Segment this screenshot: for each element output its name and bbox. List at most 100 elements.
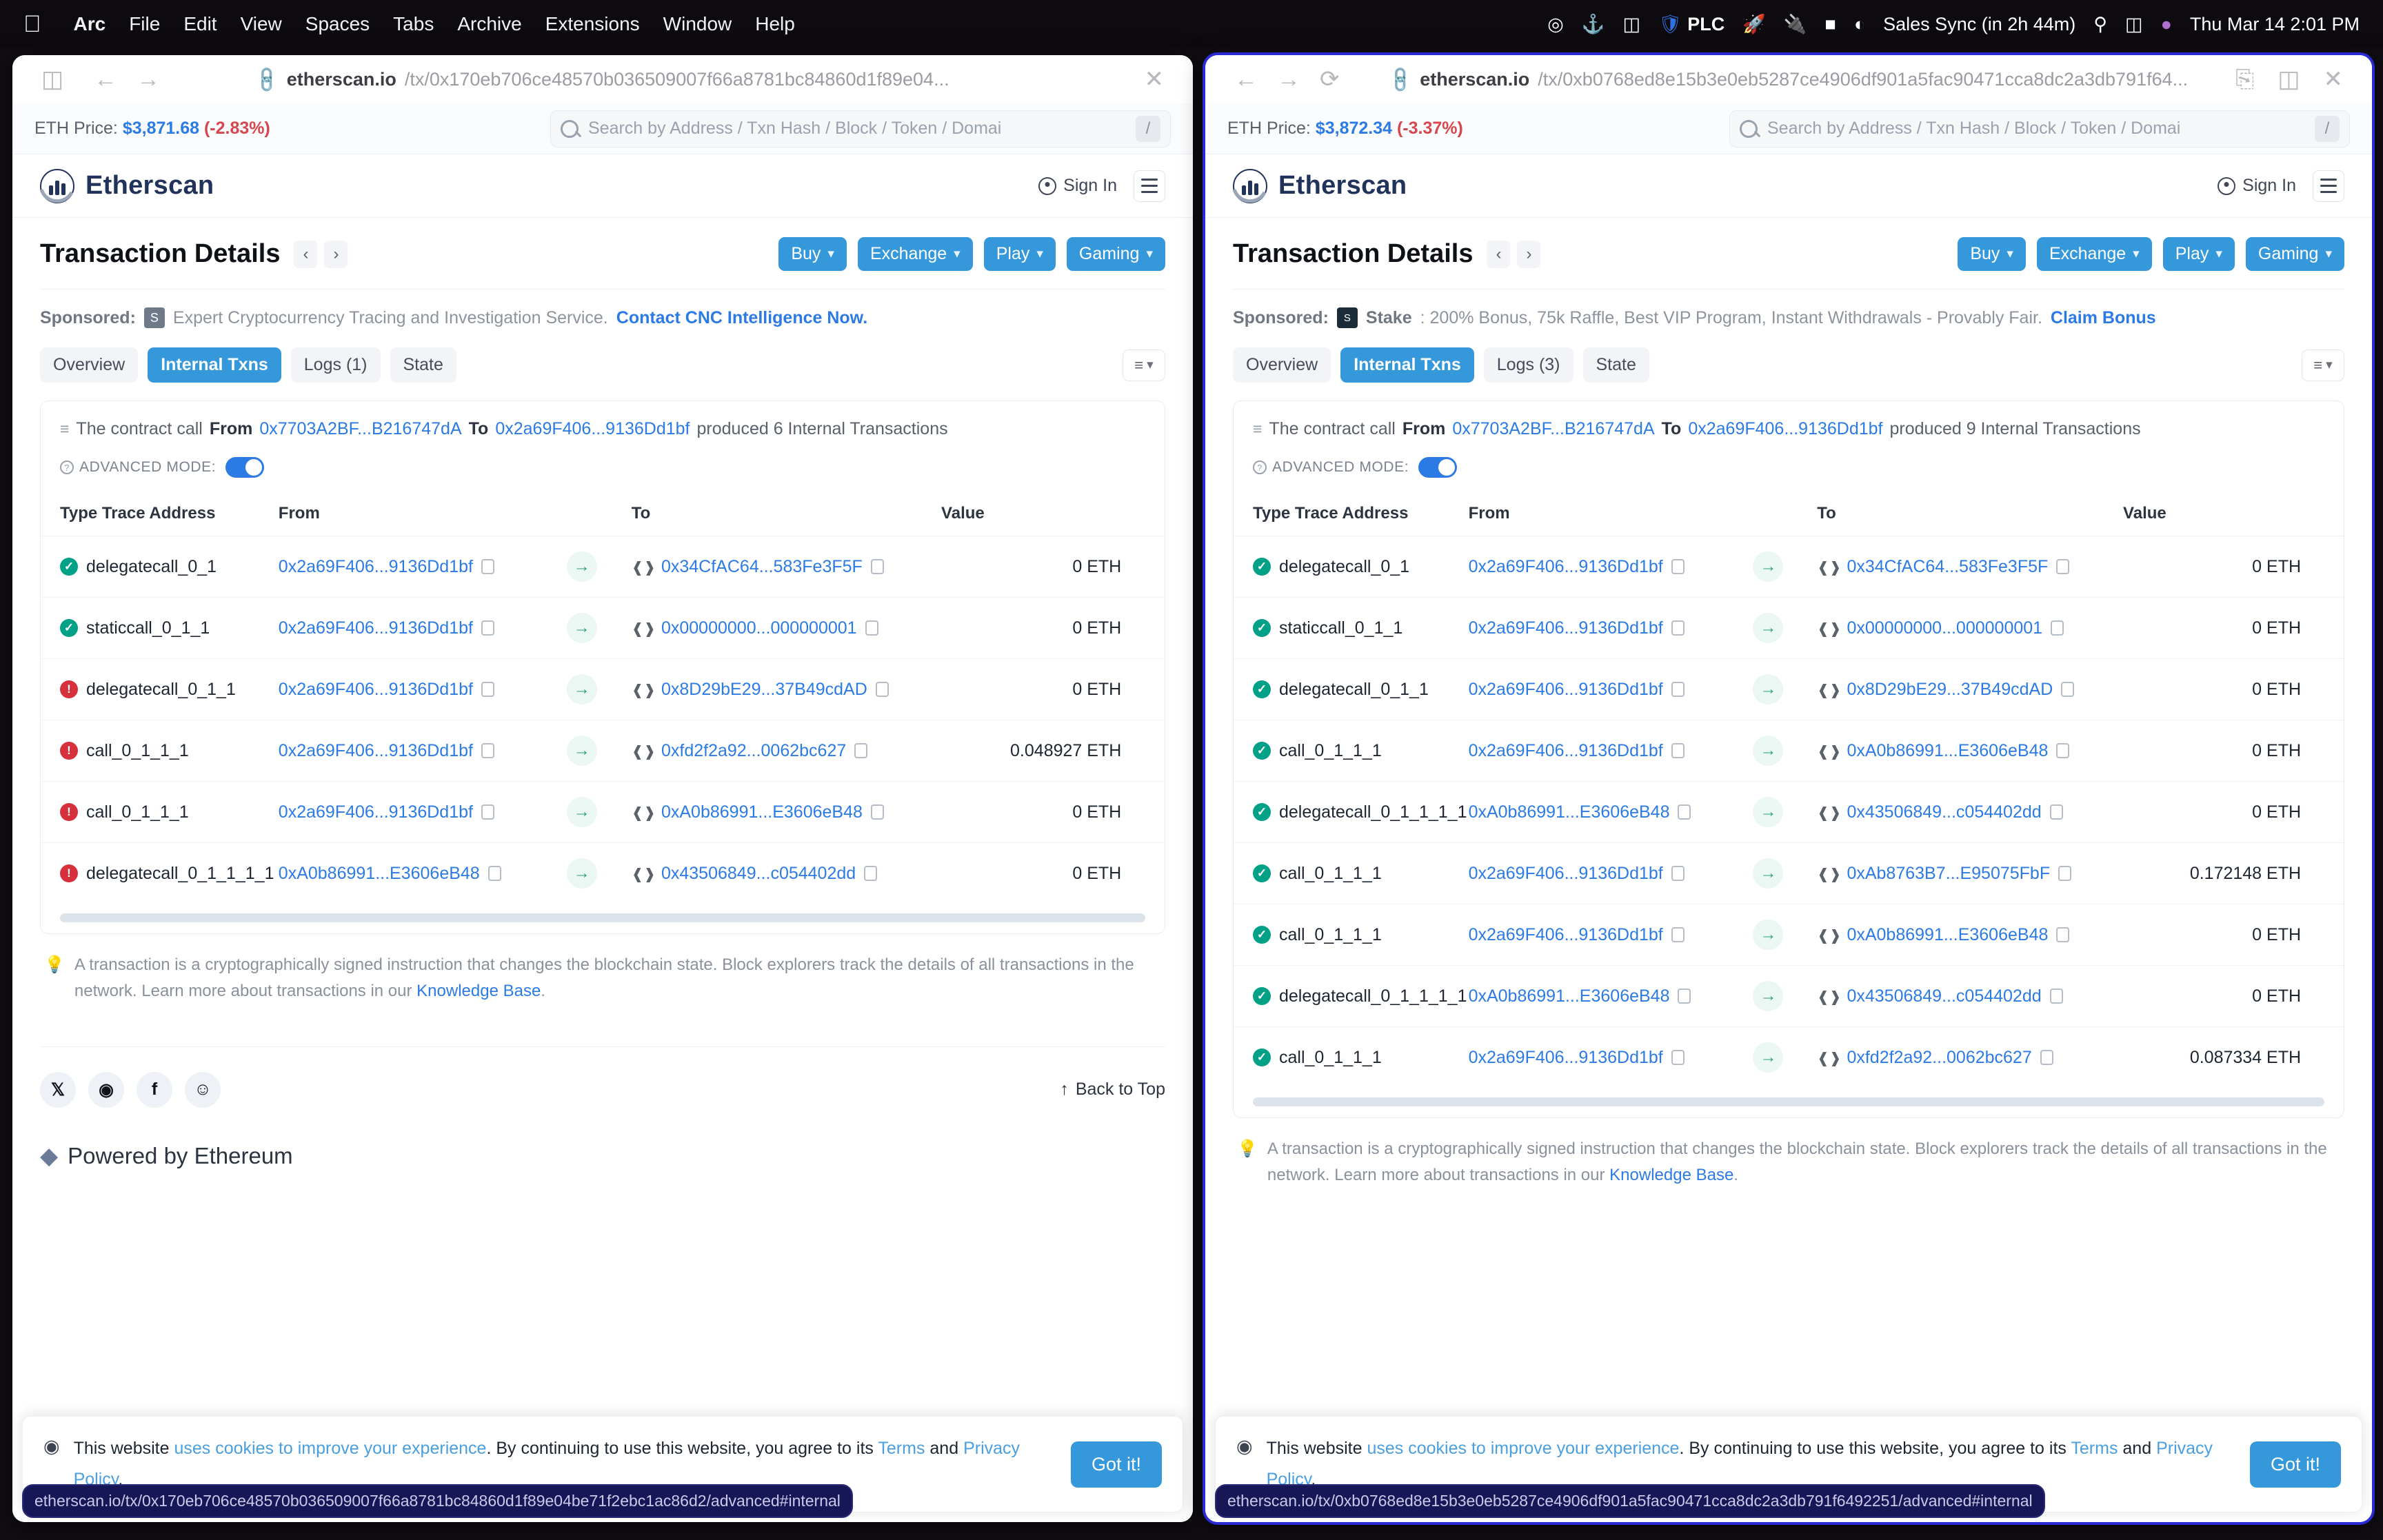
- menu-item-tabs[interactable]: Tabs: [381, 13, 445, 35]
- close-button-right[interactable]: ✕: [2314, 63, 2353, 95]
- hamburger-menu-right[interactable]: [2313, 170, 2344, 202]
- call-from-address-right[interactable]: 0x7703A2BF...B216747dA: [1452, 419, 1654, 439]
- to-address-link[interactable]: 0x00000000...000000001: [661, 618, 857, 638]
- address-bar-right[interactable]: 🔗 etherscan.io/tx/0xb0768ed8e15b3e0eb528…: [1205, 55, 2372, 103]
- to-address-link[interactable]: 0x43506849...c054402dd: [1847, 986, 2041, 1006]
- menu-item-view[interactable]: View: [229, 13, 294, 35]
- to-address-link[interactable]: 0xA0b86991...E3606eB48: [1847, 741, 2048, 760]
- guardian-shield-icon[interactable]: 🛡: [1658, 13, 1682, 35]
- gaming-button-left[interactable]: Gaming ▾: [1066, 237, 1165, 271]
- reddit-icon[interactable]: ☺: [185, 1071, 221, 1108]
- control-center-icon[interactable]: ◫: [2125, 14, 2143, 35]
- copy-icon[interactable]: [1668, 863, 1685, 882]
- tab-internal-txns-right[interactable]: Internal Txns: [1340, 347, 1474, 383]
- copy-icon[interactable]: [1668, 740, 1685, 759]
- from-address-link[interactable]: 0x2a69F406...9136Dd1bf: [279, 802, 473, 822]
- from-address-link[interactable]: 0x2a69F406...9136Dd1bf: [1469, 925, 1663, 944]
- forward-button-right[interactable]: →: [1267, 63, 1310, 95]
- from-address-link[interactable]: 0x2a69F406...9136Dd1bf: [1469, 557, 1663, 576]
- call-to-address-left[interactable]: 0x2a69F406...9136Dd1bf: [495, 419, 690, 439]
- cookie-policy-link-right[interactable]: uses cookies to improve your experience: [1367, 1439, 1679, 1458]
- bluetooth-icon[interactable]: 🔌: [1784, 13, 1807, 35]
- docker-icon[interactable]: ⚓: [1582, 13, 1605, 35]
- to-address-link[interactable]: 0x00000000...000000001: [1847, 618, 2042, 638]
- search-input-left[interactable]: Search by Address / Txn Hash / Block / T…: [550, 110, 1171, 148]
- menu-item-window[interactable]: Window: [652, 13, 744, 35]
- menu-item-arc[interactable]: Arc: [62, 13, 118, 35]
- list-view-toggle-right[interactable]: ≡ ▾: [2302, 349, 2344, 381]
- table-horizontal-scrollbar-left[interactable]: [60, 913, 1145, 922]
- next-tx-button-right[interactable]: ›: [1517, 240, 1541, 268]
- copy-icon[interactable]: [1668, 924, 1685, 943]
- copy-icon[interactable]: [478, 802, 494, 820]
- to-address-link[interactable]: 0x43506849...c054402dd: [1847, 802, 2041, 822]
- copy-icon[interactable]: [478, 740, 494, 759]
- copy-icon[interactable]: [478, 679, 494, 698]
- sign-in-button-left[interactable]: Sign In: [1038, 176, 1117, 196]
- knowledge-base-link-right[interactable]: Knowledge Base: [1609, 1166, 1733, 1184]
- copy-icon[interactable]: [2047, 986, 2063, 1004]
- to-address-link[interactable]: 0x8D29bE29...37B49cdAD: [1847, 680, 2053, 699]
- from-address-link[interactable]: 0x2a69F406...9136Dd1bf: [1469, 680, 1663, 699]
- duplicate-tab-icon[interactable]: ⎘: [2226, 63, 2264, 95]
- menu-item-extensions[interactable]: Extensions: [534, 13, 652, 35]
- copy-icon[interactable]: [2055, 863, 2072, 882]
- advanced-mode-toggle-left[interactable]: [225, 457, 265, 478]
- sidebar-toggle-icon[interactable]: ◫: [32, 63, 73, 95]
- terms-link-right[interactable]: Terms: [2071, 1439, 2118, 1458]
- buy-button-right[interactable]: Buy ▾: [1958, 237, 2026, 271]
- sign-in-button-right[interactable]: Sign In: [2218, 176, 2296, 196]
- apple-logo-icon[interactable]: : [23, 12, 41, 36]
- battery-icon[interactable]: ■: [1825, 14, 1836, 35]
- from-address-link[interactable]: 0x2a69F406...9136Dd1bf: [279, 618, 473, 638]
- tab-overview-right[interactable]: Overview: [1233, 347, 1331, 383]
- keyboard-icon[interactable]: ◫: [1622, 14, 1640, 35]
- menu-item-archive[interactable]: Archive: [445, 13, 533, 35]
- play-button-right[interactable]: Play ▾: [2162, 237, 2235, 271]
- to-address-link[interactable]: 0xfd2f2a92...0062bc627: [1847, 1048, 2031, 1067]
- tab-state-left[interactable]: State: [390, 347, 456, 383]
- to-address-link[interactable]: 0xfd2f2a92...0062bc627: [661, 741, 846, 760]
- menu-item-spaces[interactable]: Spaces: [294, 13, 381, 35]
- copy-icon[interactable]: [861, 863, 878, 882]
- etherscan-logo-left[interactable]: Etherscan: [39, 168, 214, 203]
- list-view-toggle-left[interactable]: ≡ ▾: [1123, 349, 1165, 381]
- copy-icon[interactable]: [2048, 618, 2064, 636]
- calendar-event-status[interactable]: Sales Sync (in 2h 44m): [1883, 14, 2075, 35]
- play-button-left[interactable]: Play ▾: [983, 237, 1056, 271]
- advanced-mode-toggle-right[interactable]: [1418, 457, 1458, 478]
- copy-icon[interactable]: [872, 679, 889, 698]
- close-button-left[interactable]: ✕: [1135, 63, 1174, 95]
- copy-icon[interactable]: [1668, 618, 1685, 636]
- copy-icon[interactable]: [2058, 679, 2075, 698]
- cookie-policy-link-left[interactable]: uses cookies to improve your experience: [174, 1439, 486, 1458]
- from-address-link[interactable]: 0xA0b86991...E3606eB48: [1469, 802, 1670, 822]
- to-address-link[interactable]: 0xAb8763B7...E95075FbF: [1847, 864, 2050, 883]
- medium-icon[interactable]: ◉: [88, 1071, 124, 1108]
- copy-icon[interactable]: [1675, 986, 1691, 1004]
- tab-logs-right[interactable]: Logs (3): [1483, 347, 1573, 383]
- x-icon[interactable]: 𝕏: [40, 1071, 76, 1108]
- copy-icon[interactable]: [1668, 556, 1685, 575]
- back-to-top-link-left[interactable]: ↑ Back to Top: [1060, 1080, 1165, 1100]
- sponsored-link-left[interactable]: Contact CNC Intelligence Now.: [616, 308, 867, 328]
- record-icon[interactable]: ◎: [1547, 14, 1564, 35]
- call-from-address-left[interactable]: 0x7703A2BF...B216747dA: [259, 419, 461, 439]
- plc-label[interactable]: PLC: [1687, 14, 1725, 35]
- to-address-link[interactable]: 0xA0b86991...E3606eB48: [1847, 925, 2048, 944]
- copy-icon[interactable]: [867, 802, 884, 820]
- hamburger-menu-left[interactable]: [1134, 170, 1165, 202]
- copy-icon[interactable]: [2053, 740, 2070, 759]
- knowledge-base-link-left[interactable]: Knowledge Base: [416, 982, 541, 1000]
- copy-icon[interactable]: [862, 618, 878, 636]
- sponsored-link-right[interactable]: Claim Bonus: [2051, 308, 2156, 328]
- copy-icon[interactable]: [2053, 556, 2070, 575]
- forward-button-left[interactable]: →: [127, 63, 170, 95]
- copy-icon[interactable]: [478, 556, 494, 575]
- wifi-icon[interactable]: ◐: [1854, 14, 1865, 35]
- from-address-link[interactable]: 0x2a69F406...9136Dd1bf: [1469, 618, 1663, 638]
- copy-icon[interactable]: [867, 556, 884, 575]
- exchange-button-left[interactable]: Exchange ▾: [857, 237, 973, 271]
- reload-button-right[interactable]: ⟳: [1310, 63, 1349, 95]
- call-to-address-right[interactable]: 0x2a69F406...9136Dd1bf: [1688, 419, 1882, 439]
